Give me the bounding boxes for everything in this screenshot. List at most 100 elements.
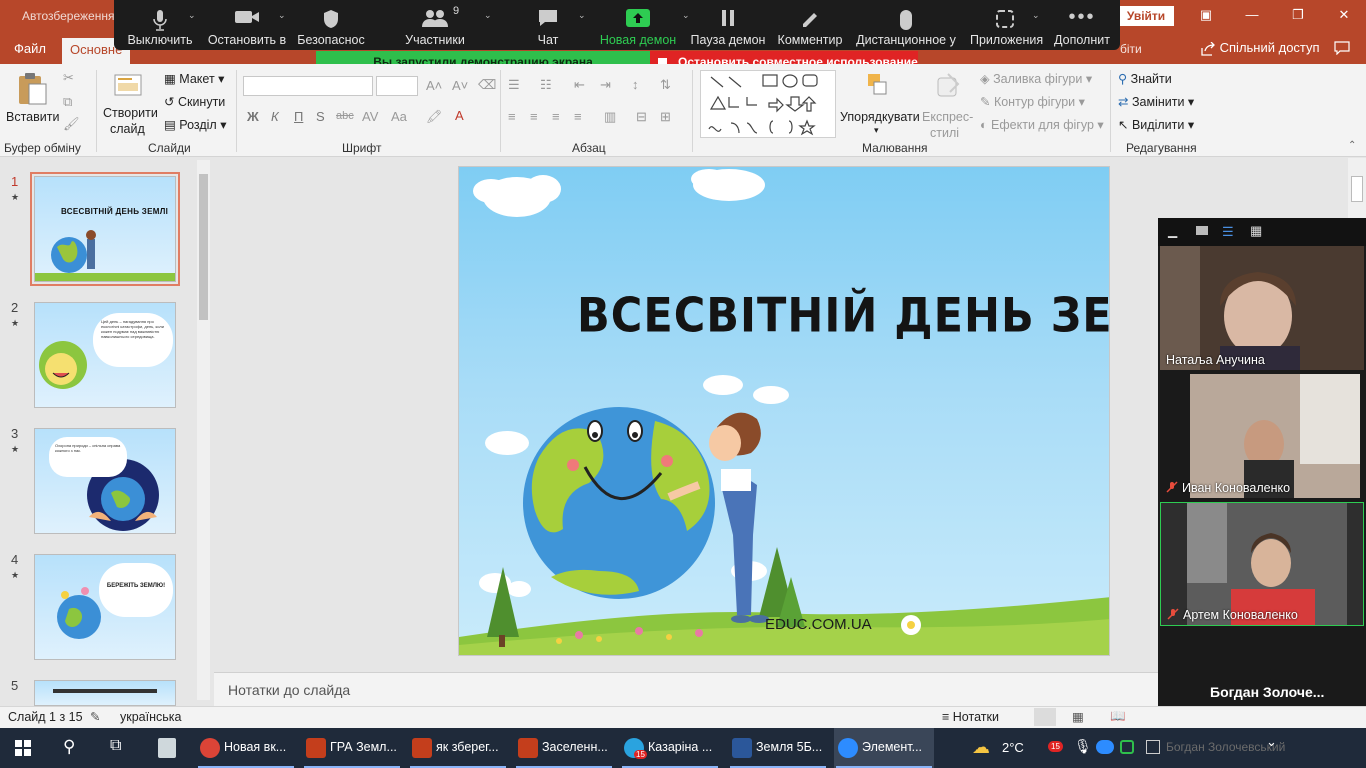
- calculator-icon[interactable]: [158, 738, 176, 758]
- bullets-icon[interactable]: ☰: [508, 77, 520, 93]
- taskbar-app-telegram[interactable]: 15 Казаріна ...: [620, 728, 720, 768]
- share-button[interactable]: Спільний доступ: [1200, 40, 1320, 56]
- video-tile-3[interactable]: Артем Коноваленко: [1160, 502, 1364, 626]
- numbering-icon[interactable]: ☷: [540, 77, 552, 93]
- align-left-icon[interactable]: ≡: [508, 109, 516, 124]
- slide-canvas[interactable]: ВСЕСВІТНІЙ ДЕНЬ ЗЕМЛІ EDUC.COM.UA: [458, 166, 1110, 656]
- reading-view-icon[interactable]: 📖: [1110, 709, 1126, 724]
- annotate-button[interactable]: Комментир: [774, 0, 846, 50]
- format-painter-icon[interactable]: 🖌: [63, 116, 80, 132]
- tray-app-icon[interactable]: [1120, 740, 1134, 754]
- taskbar-app-ppt-1[interactable]: ГРА Земл...: [302, 728, 402, 768]
- slide-thumbnail-5[interactable]: [34, 680, 176, 706]
- layout-button[interactable]: ▦ Макет ▾: [164, 71, 224, 86]
- autosave-label[interactable]: Автозбереження: [22, 9, 114, 23]
- thumbnails-scrollbar[interactable]: [197, 160, 210, 700]
- comments-icon[interactable]: [1334, 41, 1350, 55]
- tray-notification-badge[interactable]: 15: [1048, 741, 1063, 752]
- slide-title[interactable]: ВСЕСВІТНІЙ ДЕНЬ ЗЕМЛІ: [577, 289, 1109, 344]
- shape-effects-button[interactable]: ◐ Ефекти для фігур ▾: [980, 117, 1104, 132]
- replace-button[interactable]: ⇄ Замінити ▾: [1118, 94, 1194, 109]
- shape-outline-button[interactable]: ✎ Контур фігури ▾: [980, 94, 1085, 109]
- windows-start-icon[interactable]: [15, 740, 31, 756]
- collapse-ribbon-icon[interactable]: ⌃: [1348, 140, 1356, 151]
- text-direction-icon[interactable]: ⇅: [660, 77, 671, 93]
- slide-sorter-icon[interactable]: ▦: [1072, 709, 1084, 724]
- single-view-icon[interactable]: [1196, 226, 1208, 235]
- more-button[interactable]: ••• Дополнит: [1050, 0, 1114, 50]
- new-share-button[interactable]: ⌄ Новая демон: [598, 0, 690, 50]
- highlight-icon[interactable]: 🖍: [426, 109, 443, 125]
- weather-icon[interactable]: ☁: [972, 737, 990, 758]
- align-text-icon[interactable]: ⊟: [636, 109, 647, 125]
- change-case-icon[interactable]: Aa: [391, 109, 407, 124]
- line-spacing-icon[interactable]: ↕: [632, 77, 639, 92]
- font-color-icon[interactable]: A: [455, 108, 464, 123]
- arrange-button[interactable]: Упорядкувати ▾: [838, 70, 920, 138]
- language-label[interactable]: українська: [120, 710, 181, 724]
- char-spacing-icon[interactable]: AV: [362, 109, 378, 124]
- minimize-button[interactable]: —: [1242, 7, 1262, 25]
- taskbar-app-zoom[interactable]: Элемент...: [834, 728, 934, 768]
- ribbon-display-icon[interactable]: ▣: [1196, 7, 1216, 25]
- strikethrough-icon[interactable]: abc: [336, 110, 354, 122]
- smartart-icon[interactable]: ⊞: [660, 109, 671, 125]
- close-button[interactable]: ✕: [1334, 7, 1354, 25]
- stop-video-button[interactable]: ⌄ Остановить в: [206, 0, 288, 50]
- font-size-select[interactable]: [376, 76, 418, 96]
- shrink-font-icon[interactable]: A˅: [452, 78, 468, 93]
- tab-file[interactable]: Файл: [14, 41, 46, 56]
- columns-icon[interactable]: ▥: [604, 109, 616, 125]
- find-button[interactable]: ⚲ Знайти: [1118, 71, 1172, 86]
- slide-thumbnail-2[interactable]: Цей день – нагадування про екологічні ка…: [34, 302, 176, 408]
- increase-indent-icon[interactable]: ⇥: [600, 77, 611, 93]
- apps-button[interactable]: ⌄ Приложения: [970, 0, 1043, 50]
- reset-button[interactable]: ↺ Скинути: [164, 94, 225, 109]
- video-tile-2[interactable]: Иван Коноваленко: [1160, 374, 1364, 498]
- restore-button[interactable]: ❐: [1288, 7, 1308, 25]
- new-slide-button[interactable]: Створити слайд: [100, 70, 160, 138]
- grow-font-icon[interactable]: A˄: [426, 78, 442, 93]
- slide-thumbnail-3[interactable]: Охорона природи – спільна справа кожного…: [34, 428, 176, 534]
- grid-view-icon[interactable]: ▦: [1250, 223, 1262, 239]
- copy-icon[interactable]: ⧉: [63, 94, 72, 110]
- italic-button[interactable]: К: [271, 109, 279, 124]
- cut-icon[interactable]: ✂: [63, 70, 74, 86]
- sign-in-button[interactable]: Увійти: [1118, 6, 1174, 26]
- shadow-button[interactable]: S: [316, 109, 325, 124]
- chevron-down-icon[interactable]: ⌄: [1266, 734, 1277, 750]
- minimize-panel-icon[interactable]: ▁: [1168, 224, 1177, 238]
- clear-format-icon[interactable]: ⌫: [478, 77, 496, 93]
- slide-thumbnail-4[interactable]: БЕРЕЖІТЬ ЗЕМЛЮ!: [34, 554, 176, 660]
- remote-control-button[interactable]: Дистанционное у: [854, 0, 958, 50]
- taskbar-app-ppt-3[interactable]: Заселенн...: [514, 728, 614, 768]
- security-button[interactable]: Безопаснос: [294, 0, 368, 50]
- spellcheck-icon[interactable]: ✎: [90, 709, 100, 724]
- taskbar-app-ppt-2[interactable]: як зберег...: [408, 728, 508, 768]
- pause-share-button[interactable]: Пауза демон: [690, 0, 766, 50]
- bold-button[interactable]: Ж: [247, 109, 259, 124]
- chat-button[interactable]: ⌄ Чат: [520, 0, 586, 50]
- notes-pane[interactable]: Нотатки до слайда: [214, 672, 1158, 706]
- quick-styles-button[interactable]: Експрес- стилі: [922, 70, 974, 140]
- search-icon[interactable]: ⚲: [63, 737, 75, 757]
- decrease-indent-icon[interactable]: ⇤: [574, 77, 585, 93]
- font-family-select[interactable]: [243, 76, 373, 96]
- slide-thumbnail-1[interactable]: ВСЕСВІТНІЙ ДЕНЬ ЗЕМЛІ: [30, 172, 180, 286]
- normal-view-button[interactable]: [1034, 708, 1056, 726]
- weather-temperature[interactable]: 2°C: [1002, 740, 1024, 755]
- underline-button[interactable]: П: [294, 109, 303, 124]
- participants-button[interactable]: ⌄ Участники: [400, 0, 492, 50]
- select-button[interactable]: ↖ Виділити ▾: [1118, 117, 1194, 132]
- tray-window-icon[interactable]: [1146, 740, 1160, 754]
- task-view-icon[interactable]: ⧉: [110, 737, 121, 755]
- shapes-gallery[interactable]: [700, 70, 836, 138]
- section-button[interactable]: ▤ Розділ ▾: [164, 117, 226, 132]
- tray-microphone-icon[interactable]: 🎙: [1074, 738, 1092, 755]
- align-center-icon[interactable]: ≡: [530, 109, 538, 124]
- mute-button[interactable]: ⌄ Выключить: [122, 0, 198, 50]
- taskbar-app-word[interactable]: Земля 5Б...: [728, 728, 828, 768]
- shape-fill-button[interactable]: ◈ Заливка фігури ▾: [980, 71, 1092, 86]
- taskbar-app-chrome[interactable]: Новая вк...: [196, 728, 296, 768]
- tell-me-hint[interactable]: біти: [1120, 42, 1142, 56]
